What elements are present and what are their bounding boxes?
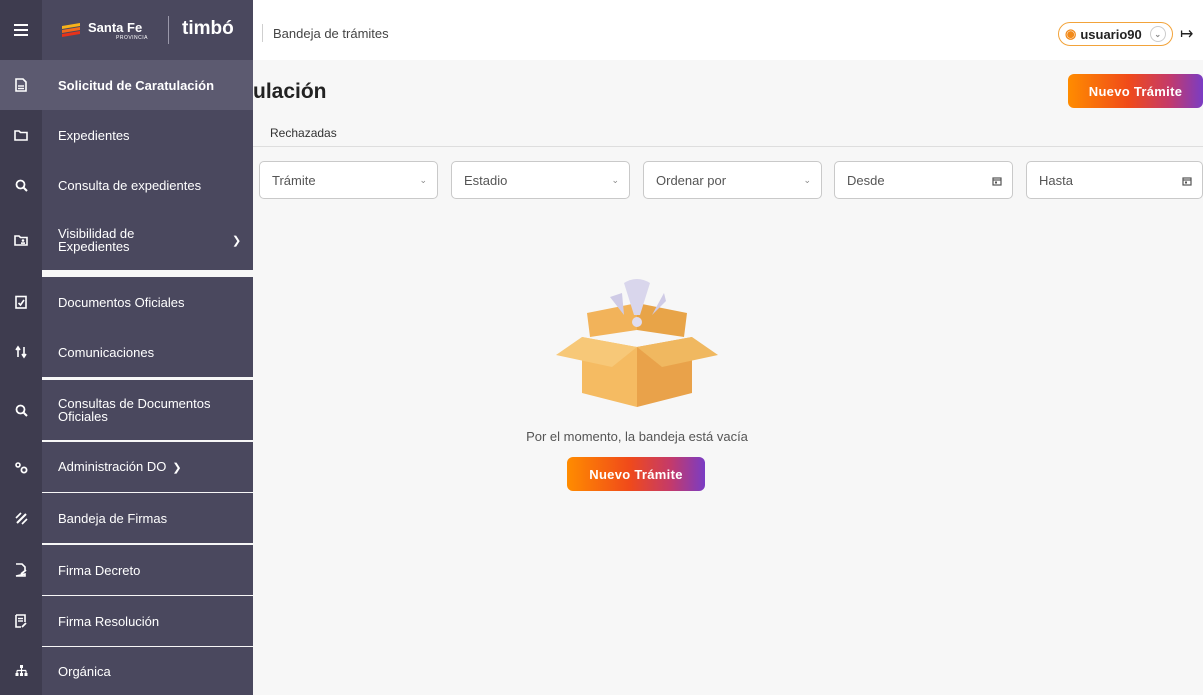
- filter-label: Ordenar por: [656, 173, 727, 188]
- chevron-down-icon: ❯: [232, 234, 242, 247]
- chevron-down-icon: ⌄: [611, 175, 619, 185]
- file-edit-icon: [15, 614, 27, 628]
- filter-ordenar-select[interactable]: Ordenar por ⌄: [643, 161, 822, 199]
- sidebar-item-visibilidad[interactable]: Visibilidad de Expedientes ❯: [0, 210, 253, 270]
- sidebar-item-consultas-documentos[interactable]: Consultas de Documentos Oficiales: [0, 380, 253, 440]
- sidebar-item-firma-decreto[interactable]: Firma Decreto: [0, 545, 253, 595]
- chevron-down-icon: ⌄: [1149, 26, 1166, 42]
- sidebar-item-label: Comunicaciones: [58, 344, 155, 360]
- sidebar-item-label: Firma Decreto: [58, 562, 141, 578]
- new-tramite-button[interactable]: Nuevo Trámite: [1068, 74, 1203, 108]
- empty-state-message: Por el momento, la bandeja está vacía: [526, 429, 748, 444]
- sidebar-item-comunicaciones[interactable]: Comunicaciones: [0, 327, 253, 377]
- empty-new-tramite-button[interactable]: Nuevo Trámite: [567, 457, 705, 491]
- logo-provincia: PROVINCIA: [116, 35, 149, 41]
- user-menu-button[interactable]: ◉ usuario90 ⌄: [1058, 22, 1173, 46]
- sidebar-item-organica[interactable]: Orgánica: [0, 647, 253, 695]
- sitemap-icon: [15, 665, 27, 676]
- sidebar: Solicitud de Caratulación Expedientes Co…: [0, 60, 253, 695]
- sidebar-item-label: Consultas de Documentos Oficiales: [58, 396, 211, 424]
- logo-area: Santa Fe PROVINCIA timbó: [42, 0, 253, 60]
- checklist-icon: [15, 295, 27, 309]
- filter-desde-date[interactable]: Desde: [834, 161, 1013, 199]
- logo-separator: [168, 16, 169, 44]
- chevron-down-icon: ❯: [172, 461, 182, 474]
- sidebar-item-label: Administración DO ❯: [58, 458, 182, 474]
- gears-icon: [15, 461, 28, 473]
- logout-icon[interactable]: ↦: [1180, 24, 1193, 44]
- tabs-divider: [253, 146, 1203, 147]
- user-circle-icon: ◉: [1065, 26, 1077, 41]
- sidebar-item-expedientes[interactable]: Expedientes: [0, 110, 253, 160]
- folder-icon: [14, 130, 28, 141]
- sidebar-item-label: Expedientes: [58, 127, 130, 143]
- filter-label: Desde: [847, 173, 885, 188]
- filter-tramite-select[interactable]: Trámite ⌄: [259, 161, 438, 199]
- file-sign-icon: [15, 563, 27, 577]
- sidebar-item-label: Documentos Oficiales: [58, 294, 185, 310]
- sidebar-item-firma-resolucion[interactable]: Firma Resolución: [0, 596, 253, 646]
- filter-label: Hasta: [1039, 173, 1073, 188]
- pen-icon: [14, 511, 28, 525]
- sidebar-item-label: Consulta de expedientes: [58, 177, 202, 193]
- breadcrumb-separator: [262, 24, 263, 42]
- sidebar-item-bandeja-firmas[interactable]: Bandeja de Firmas: [0, 493, 253, 543]
- calendar-icon: [1182, 177, 1192, 186]
- arrows-icon: [15, 345, 27, 359]
- sidebar-item-label: Bandeja de Firmas: [58, 510, 168, 526]
- filter-estadio-select[interactable]: Estadio ⌄: [451, 161, 630, 199]
- menu-toggle-button[interactable]: [0, 14, 42, 46]
- search-icon: [15, 404, 28, 417]
- filter-label: Estadio: [464, 173, 508, 188]
- santafe-flag-icon: [62, 23, 80, 37]
- sidebar-item-documentos-oficiales[interactable]: Documentos Oficiales: [0, 277, 253, 327]
- empty-box-illustration: [556, 279, 718, 407]
- logo-timbo: timbó: [182, 18, 234, 39]
- sidebar-item-label: Orgánica: [58, 663, 111, 679]
- search-icon: [15, 179, 28, 192]
- page-title: ulación: [253, 80, 327, 103]
- folder-user-icon: [14, 235, 28, 246]
- sidebar-item-label: Solicitud de Caratulación: [58, 77, 215, 93]
- sidebar-item-administracion-do[interactable]: Administración DO ❯: [0, 442, 253, 492]
- calendar-icon: [992, 177, 1002, 186]
- breadcrumb: Bandeja de trámites: [273, 26, 389, 41]
- chevron-down-icon: ⌄: [803, 175, 811, 185]
- hamburger-icon: [14, 24, 28, 36]
- document-icon: [15, 78, 27, 92]
- sidebar-item-label: Firma Resolución: [58, 613, 160, 629]
- sidebar-item-label: Visibilidad de Expedientes: [58, 226, 135, 254]
- filter-hasta-date[interactable]: Hasta: [1026, 161, 1203, 199]
- user-name: usuario90: [1080, 26, 1142, 42]
- sidebar-item-solicitud[interactable]: Solicitud de Caratulación: [0, 60, 253, 110]
- logo-santafe: Santa Fe: [88, 20, 143, 35]
- tab-rechazadas[interactable]: Rechazadas: [270, 126, 337, 140]
- sidebar-item-consulta-expedientes[interactable]: Consulta de expedientes: [0, 160, 253, 210]
- chevron-down-icon: ⌄: [419, 175, 427, 185]
- filter-label: Trámite: [272, 173, 316, 188]
